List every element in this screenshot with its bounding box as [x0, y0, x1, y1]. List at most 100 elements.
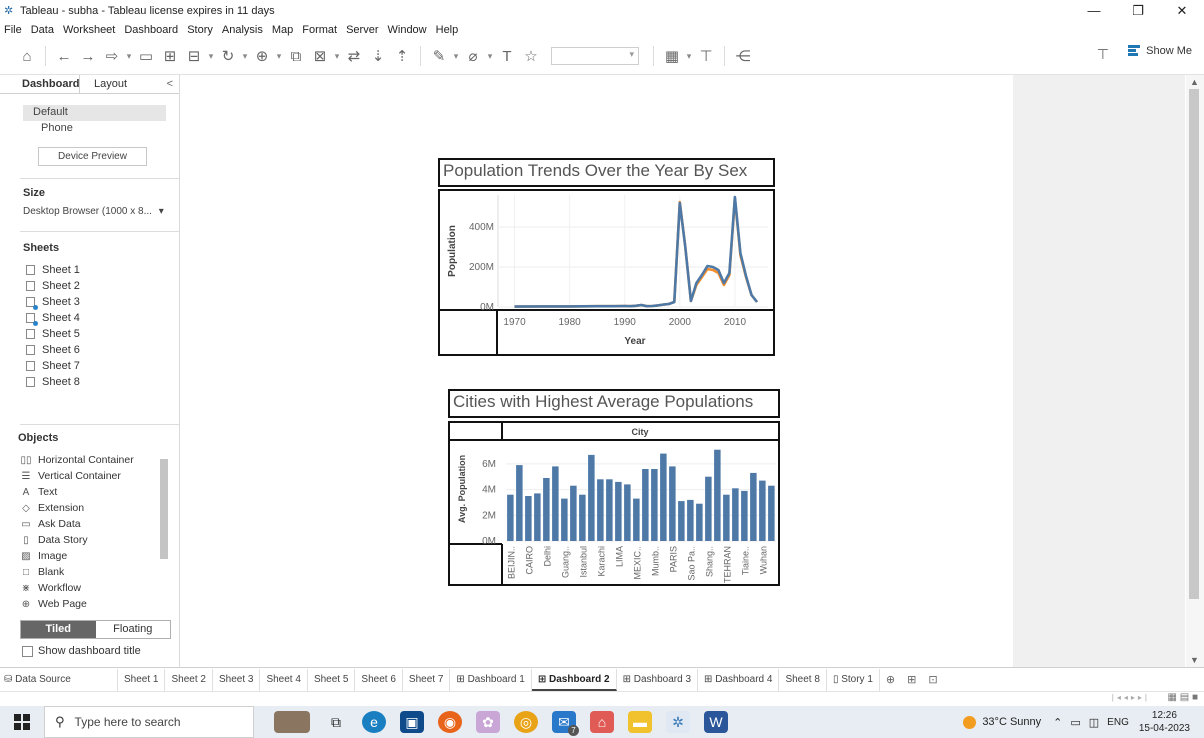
sheet-item[interactable]: Sheet 8 [0, 374, 179, 390]
tableau-taskbar-icon[interactable]: ✲ [666, 711, 690, 733]
menu-server[interactable]: Server [346, 24, 378, 36]
tab-sheet-8[interactable]: Sheet 8 [779, 668, 827, 691]
app-icon[interactable]: ✿ [476, 711, 500, 733]
device-phone[interactable]: Phone [23, 121, 166, 137]
minimize-button[interactable]: — [1072, 0, 1116, 22]
taskbar-clock[interactable]: 12:26 15-04-2023 [1139, 709, 1190, 735]
scroll-up-icon[interactable]: ▲ [1190, 77, 1199, 87]
close-button[interactable]: ✕ [1160, 0, 1204, 22]
objects-scrollbar[interactable] [160, 447, 168, 599]
menu-worksheet[interactable]: Worksheet [63, 24, 115, 36]
sheet-navigation-icon[interactable]: |◂◂▸▸| [1112, 693, 1150, 702]
replay-icon[interactable]: ⇨ [103, 44, 121, 68]
swap-icon[interactable]: ⇄ [345, 44, 363, 68]
sheet-item[interactable]: Sheet 5 [0, 326, 179, 342]
network-icon[interactable]: ▭ [1070, 716, 1080, 729]
view-mode-icons[interactable]: ▦ ▤ ■ [1168, 692, 1199, 703]
show-cards-icon[interactable]: ▦ [663, 44, 681, 68]
sheet-item[interactable]: Sheet 3 [0, 294, 179, 310]
object-web-page[interactable]: ⊕ Web Page [0, 596, 179, 612]
group-icon[interactable]: ⌀ [464, 44, 482, 68]
chevron-up-icon[interactable]: ⌃ [1053, 716, 1062, 729]
canvas-vertical-scrollbar[interactable]: ▲ ▼ [1186, 75, 1204, 667]
show-title-checkbox[interactable] [22, 645, 33, 657]
sheet-item[interactable]: Sheet 2 [0, 278, 179, 294]
size-dropdown[interactable]: Desktop Browser (1000 x 8... ▾ [0, 206, 179, 217]
sheet-item[interactable]: Sheet 7 [0, 358, 179, 374]
object-workflow[interactable]: ⋇ Workflow [0, 580, 179, 596]
tab-sheet-7[interactable]: Sheet 7 [403, 668, 451, 691]
sort-ascending-icon[interactable]: ⇣ [369, 44, 387, 68]
bar-chart-title[interactable]: Cities with Highest Average Populations [448, 389, 780, 418]
restore-button[interactable]: ❐ [1116, 0, 1160, 22]
volume-icon[interactable]: ◫ [1089, 716, 1099, 729]
labels-icon[interactable]: T [498, 44, 516, 68]
sort-descending-icon[interactable]: ⇡ [393, 44, 411, 68]
mail-icon[interactable]: ✉ 7 [552, 711, 579, 736]
new-worksheet-icon[interactable]: ⊕ [253, 44, 271, 68]
news-widget-icon[interactable] [274, 711, 310, 733]
replay-dropdown-icon[interactable]: ▾ [125, 44, 133, 68]
scroll-down-icon[interactable]: ▼ [1190, 655, 1199, 665]
tab-layout[interactable]: Layout [80, 75, 133, 93]
device-default[interactable]: Default [23, 105, 166, 121]
floating-button[interactable]: Floating [96, 621, 171, 638]
collapse-panel-icon[interactable]: < [161, 75, 179, 93]
pause-dropdown-icon[interactable]: ▾ [207, 44, 215, 68]
menu-story[interactable]: Story [187, 24, 213, 36]
new-story-icon[interactable]: ⊡ [922, 669, 943, 691]
cards-dropdown-icon[interactable]: ▾ [685, 44, 693, 68]
clear-dropdown-icon[interactable]: ▾ [333, 44, 341, 68]
menu-window[interactable]: Window [388, 24, 427, 36]
menu-format[interactable]: Format [302, 24, 337, 36]
clear-sheet-icon[interactable]: ⊠ [311, 44, 329, 68]
tab-sheet-2[interactable]: Sheet 2 [165, 668, 213, 691]
tab-dashboard-3[interactable]: ⊞ Dashboard 3 [617, 668, 699, 691]
cart-app-icon[interactable]: ⌂ [590, 711, 614, 733]
weather-text[interactable]: 33°C Sunny [982, 716, 1041, 728]
highlight-icon[interactable]: ✎ [430, 44, 448, 68]
line-chart-frame[interactable]: 1970 1980 1990 2000 2010 0M 200M 400M Year Popula… [438, 189, 775, 356]
presentation-icon[interactable]: ⊤ [697, 44, 715, 68]
word-icon[interactable]: W [704, 711, 728, 733]
tiled-button[interactable]: Tiled [21, 621, 96, 638]
tab-sheet-4[interactable]: Sheet 4 [260, 668, 308, 691]
pause-updates-icon[interactable]: ⊟ [185, 44, 203, 68]
save-icon[interactable]: ▭ [137, 44, 155, 68]
firefox-icon[interactable]: ◉ [438, 711, 462, 733]
object-extension[interactable]: ◇ Extension [0, 500, 179, 516]
object-horizontal-container[interactable]: ▯▯ Horizontal Container [0, 452, 179, 468]
edge-browser-icon[interactable]: e [362, 711, 386, 733]
store-icon[interactable]: ▣ [400, 711, 424, 733]
share-icon[interactable]: ⋲ [734, 44, 752, 68]
home-icon[interactable]: ⌂ [18, 44, 36, 68]
tab-dashboard-1[interactable]: ⊞ Dashboard 1 [450, 668, 532, 691]
sheet-item[interactable]: Sheet 6 [0, 342, 179, 358]
refresh-icon[interactable]: ↻ [219, 44, 237, 68]
tab-story-1[interactable]: ▯ Story 1 [827, 668, 880, 691]
menu-map[interactable]: Map [272, 24, 293, 36]
menu-file[interactable]: File [4, 24, 22, 36]
tab-dashboard-4[interactable]: ⊞ Dashboard 4 [698, 668, 780, 691]
presentation-mode-icon[interactable]: ⊤ [1097, 46, 1109, 63]
tab-sheet-6[interactable]: Sheet 6 [355, 668, 403, 691]
file-explorer-icon[interactable]: ▬ [628, 711, 652, 733]
tab-sheet-1[interactable]: Sheet 1 [118, 668, 166, 691]
data-source-tab[interactable]: ⛁ Data Source [0, 668, 118, 691]
bar-chart-frame[interactable]: City 0M 2M 4M 6M Avg. Population BEIJIN.. CAIRO… [448, 421, 780, 586]
tab-dashboard-2[interactable]: ⊞ Dashboard 2 [531, 668, 617, 691]
line-chart-title[interactable]: Population Trends Over the Year By Sex [438, 158, 775, 187]
scrollbar-thumb[interactable] [160, 459, 168, 559]
menu-data[interactable]: Data [31, 24, 54, 36]
object-text[interactable]: A Text [0, 484, 179, 500]
show-dashboard-title-row[interactable]: Show dashboard title [22, 645, 141, 657]
new-dashboard-icon[interactable]: ⊞ [901, 669, 922, 691]
object-data-story[interactable]: ▯ Data Story [0, 532, 179, 548]
chrome-icon[interactable]: ◎ [514, 711, 538, 733]
language-indicator[interactable]: ENG [1107, 717, 1129, 728]
new-worksheet-icon[interactable]: ⊕ [880, 669, 901, 691]
menu-help[interactable]: Help [436, 24, 459, 36]
sheet-item[interactable]: Sheet 4 [0, 310, 179, 326]
fit-dropdown[interactable]: ▾ [551, 47, 639, 65]
menu-dashboard[interactable]: Dashboard [124, 24, 178, 36]
